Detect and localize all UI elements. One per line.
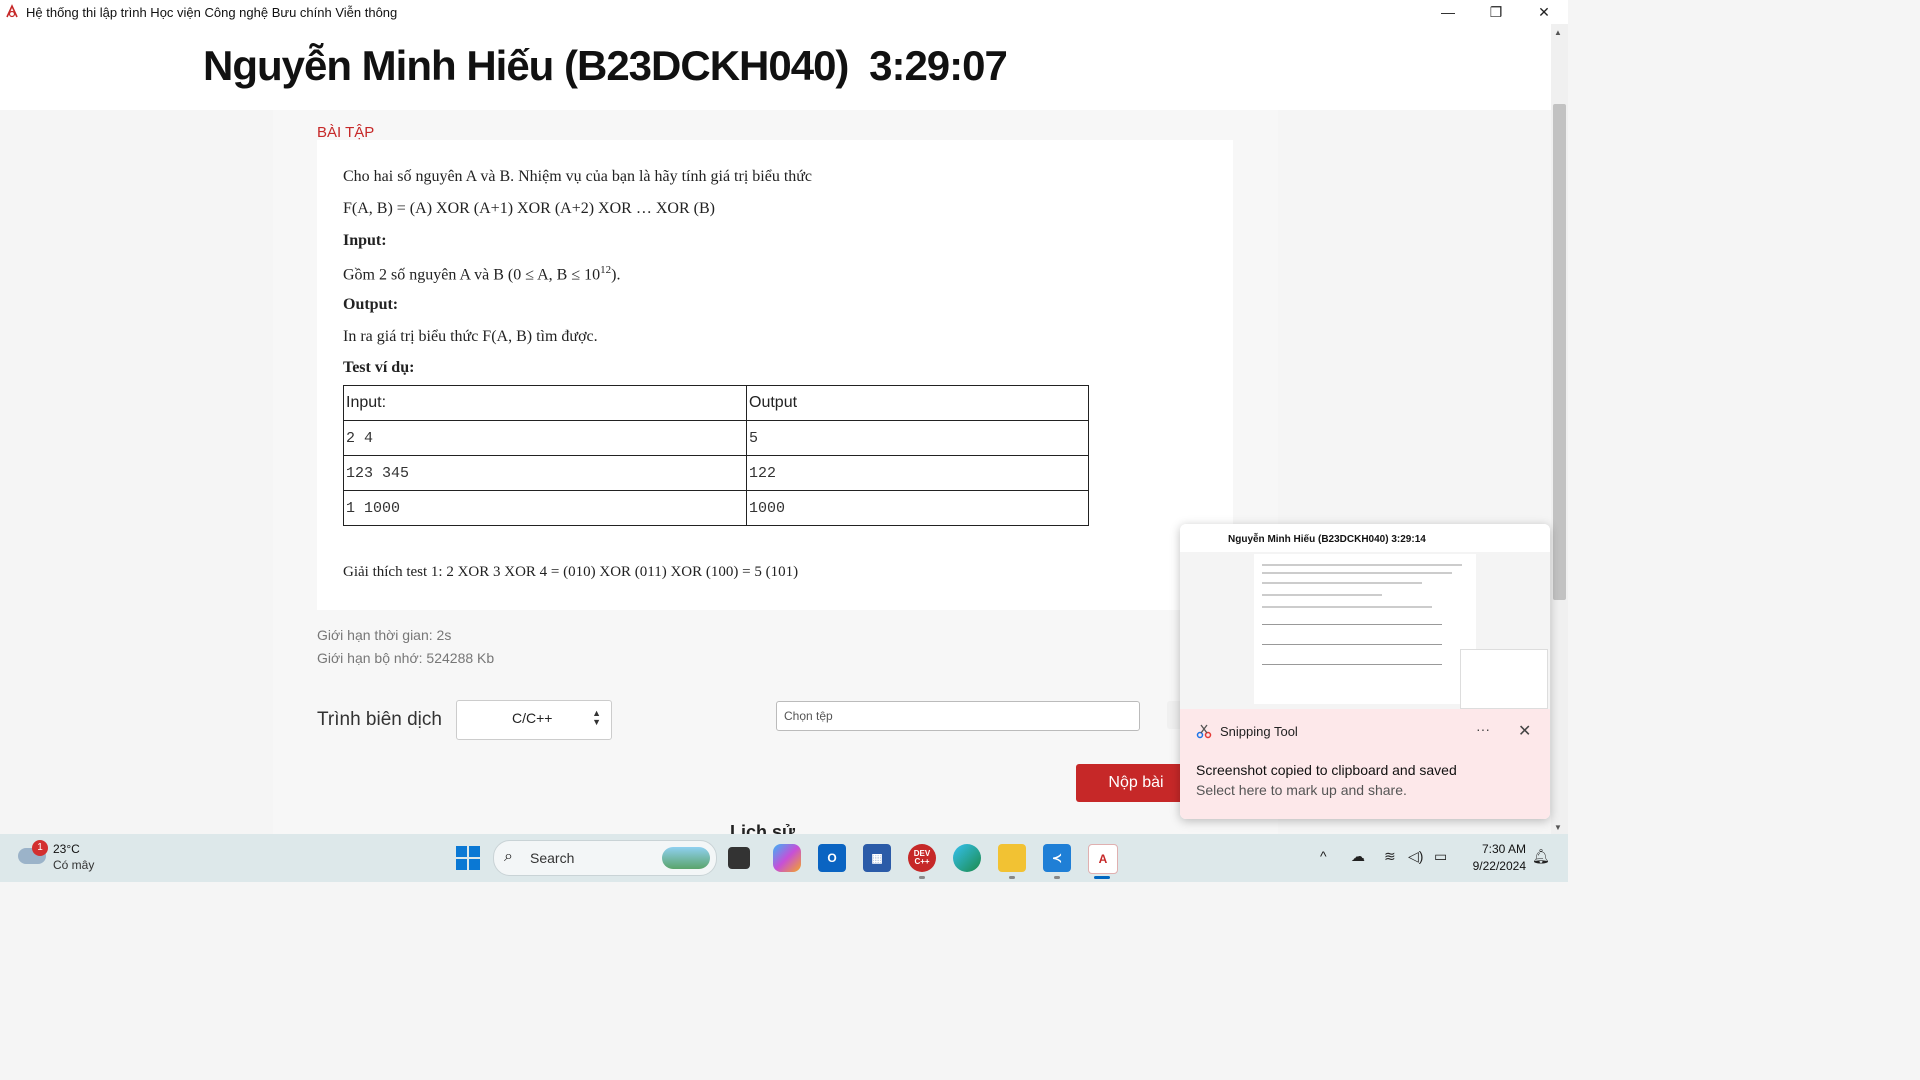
section-title: BÀI TẬP xyxy=(317,124,375,141)
page-scrollbar[interactable]: ▲ ▼ xyxy=(1551,24,1568,834)
outlook-icon[interactable]: O xyxy=(818,844,846,872)
system-clock[interactable]: 7:30 AM 9/22/2024 xyxy=(1466,841,1526,875)
weather-widget[interactable]: 1 23°C Có mây xyxy=(18,840,128,876)
battery-icon[interactable]: ▭ xyxy=(1434,848,1447,865)
active-indicator xyxy=(1094,876,1110,879)
store-icon[interactable]: ▦ xyxy=(863,844,891,872)
snipping-notification[interactable]: Nguyễn Minh Hiếu (B23DCKH040) 3:29:14 Sn… xyxy=(1180,524,1550,819)
table-cell-input: 2 4 xyxy=(343,420,747,456)
memory-limit: Giới hạn bộ nhớ: 524288 Kb xyxy=(317,650,495,666)
screenshot-thumbnail[interactable]: Nguyễn Minh Hiếu (B23DCKH040) 3:29:14 xyxy=(1180,524,1550,709)
input-heading: Input: xyxy=(343,232,387,249)
scroll-up-icon[interactable]: ▲ xyxy=(1554,28,1562,37)
table-cell-output: 5 xyxy=(746,420,1089,456)
scrollbar-thumb[interactable] xyxy=(1553,104,1566,600)
thumbnail-paper xyxy=(1254,554,1476,704)
notification-subtext: Select here to mark up and share. xyxy=(1196,782,1407,798)
weather-badge: 1 xyxy=(32,840,48,856)
clock-time: 7:30 AM xyxy=(1481,842,1526,856)
thumbnail-title: Nguyễn Minh Hiếu (B23DCKH040) 3:29:14 xyxy=(1228,534,1426,545)
notification-body[interactable]: Snipping Tool ··· ✕ Screenshot copied to… xyxy=(1180,709,1550,819)
compiler-label: Trình biên dịch xyxy=(317,709,442,730)
table-header-input: Input: xyxy=(343,385,747,421)
edge-icon[interactable] xyxy=(953,844,981,872)
close-window-button[interactable]: ✕ xyxy=(1520,0,1568,24)
devcpp-icon[interactable]: DEV C++ xyxy=(908,844,936,872)
running-indicator xyxy=(919,876,925,879)
table-cell-output: 1000 xyxy=(746,490,1089,526)
taskbar: 1 23°C Có mây ⌕ Search O ▦ DEV C++ ≺ A ^… xyxy=(0,834,1568,882)
problem-statement: Cho hai số nguyên A và B. Nhiệm vụ của b… xyxy=(317,140,1233,610)
exam-header: Nguyễn Minh Hiếu (B23DCKH040) 3:29:07 xyxy=(0,24,1551,110)
table-cell-input: 123 345 xyxy=(343,455,747,491)
sample-tests-table: Input: Output 2 4 5 123 345 122 1 1000 1… xyxy=(343,385,1089,526)
table-row: 2 4 5 xyxy=(343,420,1089,456)
search-label: Search xyxy=(530,850,575,866)
wifi-icon[interactable]: ≋ xyxy=(1384,848,1396,865)
examples-heading: Test ví dụ: xyxy=(343,359,415,376)
compiler-value: C/C++ xyxy=(512,710,553,726)
file-explorer-icon[interactable] xyxy=(998,844,1026,872)
running-indicator xyxy=(1009,876,1015,879)
search-icon: ⌕ xyxy=(504,848,513,865)
limits: Giới hạn thời gian: 2s Giới hạn bộ nhớ: … xyxy=(317,624,494,670)
close-notification-icon[interactable]: ✕ xyxy=(1518,721,1531,741)
input-description: Gồm 2 số nguyên A và B (0 ≤ A, B ≤ 1012)… xyxy=(343,264,621,284)
table-row: 123 345 122 xyxy=(343,455,1089,491)
table-cell-input: 1 1000 xyxy=(343,490,747,526)
more-options-icon[interactable]: ··· xyxy=(1476,721,1490,737)
restore-button[interactable]: ❐ xyxy=(1472,0,1520,24)
notification-bell-icon[interactable]: 🔔︎ xyxy=(1532,848,1550,865)
output-description: In ra giá trị biểu thức F(A, B) tìm được… xyxy=(343,328,598,345)
output-heading: Output: xyxy=(343,296,399,313)
thumbnail-inner-preview xyxy=(1460,649,1548,709)
app-logo-icon xyxy=(6,4,18,18)
file-input-placeholder: Chọn tệp xyxy=(784,709,833,723)
window-title: Hệ thống thi lập trình Học viện Công ngh… xyxy=(26,4,398,20)
window-controls: — ❐ ✕ xyxy=(1424,0,1568,24)
student-and-timer: Nguyễn Minh Hiếu (B23DCKH040) 3:29:07 xyxy=(203,42,1008,90)
window-titlebar: Hệ thống thi lập trình Học viện Công ngh… xyxy=(0,0,1568,24)
compiler-select[interactable]: C/C++ ▲ ▼ xyxy=(456,700,612,740)
vscode-icon[interactable]: ≺ xyxy=(1043,844,1071,872)
notification-app-name: Snipping Tool xyxy=(1220,723,1298,739)
file-input[interactable]: Chọn tệp xyxy=(776,701,1140,731)
submit-button[interactable]: Nộp bài xyxy=(1076,764,1196,802)
weather-condition: Có mây xyxy=(53,858,95,872)
notification-app: Snipping Tool xyxy=(1196,723,1298,739)
table-header-output: Output xyxy=(746,385,1089,421)
table-cell-output: 122 xyxy=(746,455,1089,491)
statement-text: Cho hai số nguyên A và B. Nhiệm vụ của b… xyxy=(343,168,813,185)
task-view-icon[interactable] xyxy=(728,847,750,869)
minimize-button[interactable]: — xyxy=(1424,0,1472,24)
notification-message: Screenshot copied to clipboard and saved xyxy=(1196,762,1457,778)
start-icon[interactable] xyxy=(454,844,482,872)
scroll-down-icon[interactable]: ▼ xyxy=(1554,823,1562,832)
copilot-icon[interactable] xyxy=(773,844,801,872)
weather-temperature: 23°C xyxy=(53,842,80,856)
time-limit: Giới hạn thời gian: 2s xyxy=(317,627,452,643)
volume-icon[interactable]: ◁) xyxy=(1408,848,1423,865)
exam-app-icon[interactable]: A xyxy=(1088,844,1118,874)
table-header-row: Input: Output xyxy=(343,385,1089,421)
input-exponent: 12 xyxy=(600,264,612,276)
student-name: Nguyễn Minh Hiếu (B23DCKH040) xyxy=(203,42,849,89)
select-arrows-icon: ▲ ▼ xyxy=(592,708,601,727)
table-row: 1 1000 1000 xyxy=(343,490,1089,526)
exam-timer: 3:29:07 xyxy=(869,42,1008,89)
snipping-tool-icon xyxy=(1196,724,1212,739)
explanation-text: Giải thích test 1: 2 XOR 3 XOR 4 = (010)… xyxy=(343,564,799,580)
taskbar-search[interactable]: ⌕ Search xyxy=(493,840,717,876)
cloud-sync-icon[interactable]: ☁ xyxy=(1351,848,1365,865)
windows-logo-icon xyxy=(456,846,480,870)
chevron-up-icon[interactable]: ^ xyxy=(1320,848,1327,864)
running-indicator xyxy=(1054,876,1060,879)
formula-text: F(A, B) = (A) XOR (A+1) XOR (A+2) XOR … … xyxy=(343,200,715,217)
search-highlight-icon xyxy=(662,847,710,869)
clock-date: 9/22/2024 xyxy=(1472,859,1526,873)
